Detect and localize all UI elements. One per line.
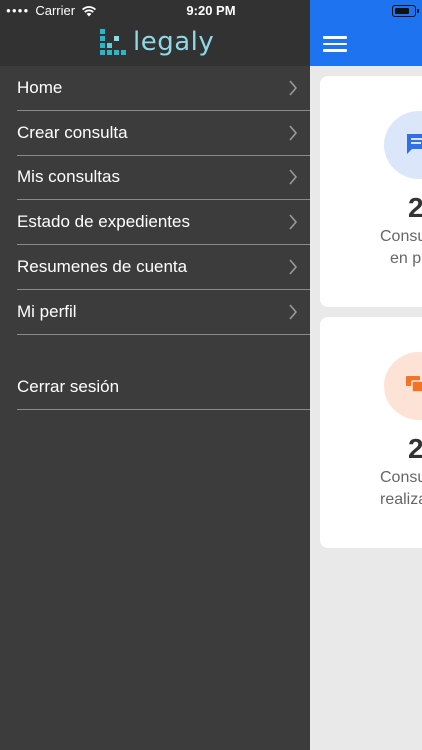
chevron-right-icon bbox=[289, 125, 298, 141]
menu-item-label: Mi perfil bbox=[17, 301, 77, 321]
card-label-line1: Consu bbox=[380, 469, 422, 486]
menu-item-estado-expedientes[interactable]: Estado de expedientes bbox=[17, 200, 310, 246]
menu-item-crear-consulta[interactable]: Crear consulta bbox=[17, 111, 310, 156]
logout-label: Cerrar sesión bbox=[17, 377, 120, 396]
chevron-right-icon bbox=[289, 259, 298, 275]
chevron-right-icon bbox=[289, 80, 298, 96]
navigation-drawer: legaly Home Crear consulta Mis consultas… bbox=[0, 0, 310, 750]
card-value: 2 bbox=[408, 433, 422, 464]
menu-item-label: Crear consulta bbox=[17, 122, 128, 142]
chat-message-icon bbox=[406, 134, 422, 154]
stat-card-completed[interactable]: 2 Consu realiza bbox=[320, 317, 422, 548]
battery-icon bbox=[392, 5, 419, 17]
logout-button[interactable]: Cerrar sesión bbox=[17, 365, 310, 410]
chat-bubbles-icon bbox=[406, 376, 422, 393]
menu-item-resumenes-cuenta[interactable]: Resumenes de cuenta bbox=[17, 245, 310, 290]
card-value: 2 bbox=[408, 192, 422, 223]
drawer-menu: Home Crear consulta Mis consultas Estado… bbox=[17, 66, 310, 335]
card-label-line2: en p bbox=[390, 250, 422, 267]
card-label-line1: Consu bbox=[380, 228, 422, 245]
chevron-right-icon bbox=[289, 304, 298, 320]
legaly-logo: legaly bbox=[99, 28, 214, 56]
card-label-line2: realiza bbox=[380, 491, 422, 508]
menu-item-mi-perfil[interactable]: Mi perfil bbox=[17, 290, 310, 335]
chevron-right-icon bbox=[289, 214, 298, 230]
menu-item-label: Resumenes de cuenta bbox=[17, 257, 188, 277]
logo-text: legaly bbox=[133, 27, 215, 57]
icon-circle bbox=[384, 111, 422, 179]
menu-item-mis-consultas[interactable]: Mis consultas bbox=[17, 156, 310, 201]
chevron-right-icon bbox=[289, 169, 298, 186]
stat-card-pending[interactable]: 2 Consu en p bbox=[320, 76, 422, 307]
menu-item-home[interactable]: Home bbox=[17, 66, 310, 111]
legaly-logo-mark-icon bbox=[100, 29, 126, 55]
menu-item-label: Home bbox=[17, 77, 63, 97]
menu-item-label: Estado de expedientes bbox=[17, 212, 190, 232]
icon-circle bbox=[384, 352, 422, 420]
clock: 9:20 PM bbox=[186, 3, 236, 18]
hamburger-menu-icon[interactable] bbox=[323, 36, 347, 52]
menu-item-label: Mis consultas bbox=[17, 167, 120, 187]
status-bar: ●●●● Carrier 9:20 PM bbox=[0, 0, 422, 22]
